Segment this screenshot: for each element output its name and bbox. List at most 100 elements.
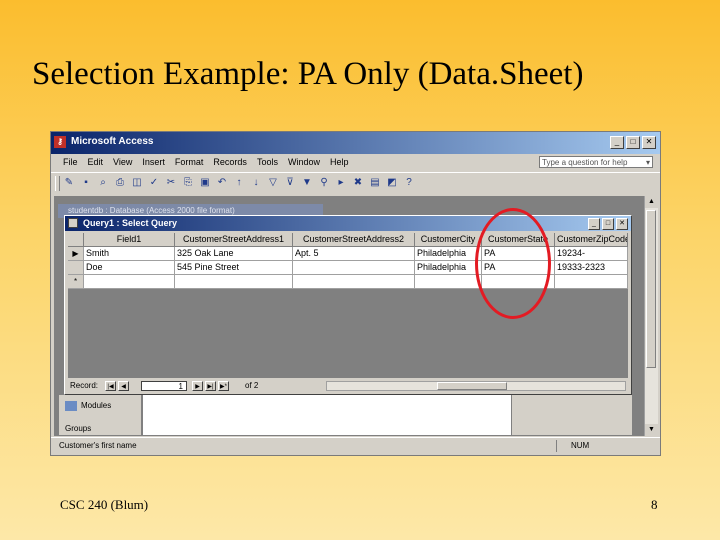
- groups-item[interactable]: Groups: [65, 424, 91, 433]
- new-record-button[interactable]: ▶*: [218, 381, 229, 391]
- column-header[interactable]: CustomerStreetAddress2: [293, 233, 415, 247]
- next-record-button[interactable]: ▶: [192, 381, 203, 391]
- column-header[interactable]: CustomerCity: [415, 233, 482, 247]
- menu-window[interactable]: Window: [288, 157, 320, 167]
- table-cell[interactable]: [415, 275, 482, 289]
- app-window-controls: _ □ ✕: [610, 136, 656, 149]
- print-icon[interactable]: ⎙: [114, 177, 126, 189]
- close-button[interactable]: ✕: [642, 136, 656, 149]
- search-icon[interactable]: ⌕: [97, 177, 109, 189]
- help-search-input[interactable]: Type a question for help ▾: [539, 156, 653, 168]
- help-icon[interactable]: ?: [403, 177, 415, 189]
- menu-tools[interactable]: Tools: [257, 157, 278, 167]
- table-cell[interactable]: Smith: [84, 247, 175, 261]
- copy-icon[interactable]: ⎘: [182, 177, 194, 189]
- view-icon[interactable]: ✎: [63, 177, 75, 189]
- menu-records[interactable]: Records: [213, 157, 247, 167]
- footer-course: CSC 240 (Blum): [60, 497, 149, 512]
- spelling-icon[interactable]: ✓: [148, 177, 160, 189]
- hscroll-thumb[interactable]: [437, 382, 507, 390]
- filter-form-icon[interactable]: ⊽: [284, 177, 296, 189]
- menu-edit[interactable]: Edit: [88, 157, 104, 167]
- toolbar-grip[interactable]: [55, 176, 60, 191]
- record-selector[interactable]: [68, 261, 84, 275]
- status-bar: Customer's first name NUM: [51, 437, 660, 454]
- find-icon[interactable]: ⚲: [318, 177, 330, 189]
- database-window-icon[interactable]: ▤: [369, 177, 381, 189]
- access-screenshot: ⚷ Microsoft Access _ □ ✕ File Edit View …: [50, 131, 661, 456]
- minimize-button[interactable]: _: [610, 136, 624, 149]
- table-cell[interactable]: 19333-2323: [555, 261, 628, 275]
- modules-label: Modules: [81, 401, 112, 411]
- preview-icon[interactable]: ◫: [131, 177, 143, 189]
- query-minimize-button[interactable]: _: [588, 218, 600, 230]
- column-header[interactable]: CustomerStreetAddress1: [175, 233, 293, 247]
- last-record-button[interactable]: ▶|: [205, 381, 216, 391]
- query-maximize-button[interactable]: □: [602, 218, 614, 230]
- first-record-button[interactable]: |◀: [105, 381, 116, 391]
- chevron-down-icon: ▾: [645, 158, 650, 167]
- table-cell[interactable]: Philadelphia: [415, 261, 482, 275]
- column-header[interactable]: Field1: [84, 233, 175, 247]
- record-total: of 2: [245, 381, 259, 390]
- sort-desc-icon[interactable]: ↓: [250, 177, 262, 189]
- apply-filter-icon[interactable]: ▼: [301, 177, 313, 189]
- app-title-bar: ⚷ Microsoft Access _ □ ✕: [51, 132, 660, 154]
- table-cell[interactable]: [175, 275, 293, 289]
- record-selector[interactable]: ▶: [68, 247, 84, 261]
- toolbar: ✎ ▪ ⌕ ⎙ ◫ ✓ ✂ ⎘ ▣ ↶ ↑ ↓ ▽ ⊽ ▼ ⚲ ▸ ✖ ▤ ◩ …: [51, 172, 660, 195]
- cut-icon[interactable]: ✂: [165, 177, 177, 189]
- query-title: Query1 : Select Query: [83, 218, 178, 228]
- query-title-bar[interactable]: Query1 : Select Query _ □ ✕: [65, 216, 631, 231]
- modules-item[interactable]: Modules: [65, 401, 111, 411]
- select-all-corner[interactable]: [68, 233, 84, 247]
- num-lock-indicator: NUM: [571, 441, 590, 450]
- paste-icon[interactable]: ▣: [199, 177, 211, 189]
- record-navigator: Record: |◀ ◀ 1 ▶ ▶| ▶* of 2: [68, 379, 628, 393]
- prev-record-button[interactable]: ◀: [118, 381, 129, 391]
- datasheet-icon: [68, 218, 78, 228]
- table-cell[interactable]: Apt. 5: [293, 247, 415, 261]
- column-header[interactable]: CustomerZipCode: [555, 233, 628, 247]
- record-number-input[interactable]: 1: [141, 381, 187, 391]
- table-cell[interactable]: Doe: [84, 261, 175, 275]
- vertical-scrollbar[interactable]: ▲ ▼: [644, 196, 658, 436]
- filter-icon[interactable]: ▽: [267, 177, 279, 189]
- objects-list: [143, 395, 511, 435]
- table-cell[interactable]: 325 Oak Lane: [175, 247, 293, 261]
- access-key-icon: ⚷: [54, 136, 66, 148]
- objects-pane: Modules Groups: [59, 395, 142, 435]
- menu-help[interactable]: Help: [330, 157, 349, 167]
- new-record-selector[interactable]: *: [68, 275, 84, 289]
- table-cell[interactable]: [555, 275, 628, 289]
- app-title: Microsoft Access: [71, 136, 154, 147]
- save-icon[interactable]: ▪: [80, 177, 92, 189]
- undo-icon[interactable]: ↶: [216, 177, 228, 189]
- menu-insert[interactable]: Insert: [142, 157, 165, 167]
- table-cell[interactable]: [293, 275, 415, 289]
- status-separator: [556, 440, 557, 452]
- highlight-ellipse: [475, 208, 551, 319]
- menu-view[interactable]: View: [113, 157, 132, 167]
- scroll-up-icon[interactable]: ▲: [645, 196, 658, 208]
- menu-file[interactable]: File: [63, 157, 78, 167]
- table-cell[interactable]: 545 Pine Street: [175, 261, 293, 275]
- help-placeholder: Type a question for help: [542, 158, 628, 167]
- new-object-icon[interactable]: ◩: [386, 177, 398, 189]
- table-cell[interactable]: [84, 275, 175, 289]
- scroll-down-icon[interactable]: ▼: [645, 424, 658, 436]
- status-text: Customer's first name: [59, 441, 137, 450]
- table-cell[interactable]: [293, 261, 415, 275]
- query-close-button[interactable]: ✕: [616, 218, 628, 230]
- menu-format[interactable]: Format: [175, 157, 204, 167]
- scroll-thumb[interactable]: [646, 210, 656, 368]
- objects-list-side: [511, 395, 632, 435]
- maximize-button[interactable]: □: [626, 136, 640, 149]
- module-icon: [65, 401, 77, 411]
- table-cell[interactable]: 19234-: [555, 247, 628, 261]
- delete-record-icon[interactable]: ✖: [352, 177, 364, 189]
- sort-asc-icon[interactable]: ↑: [233, 177, 245, 189]
- horizontal-scrollbar[interactable]: [326, 381, 626, 391]
- new-record-icon[interactable]: ▸: [335, 177, 347, 189]
- table-cell[interactable]: Philadelphia: [415, 247, 482, 261]
